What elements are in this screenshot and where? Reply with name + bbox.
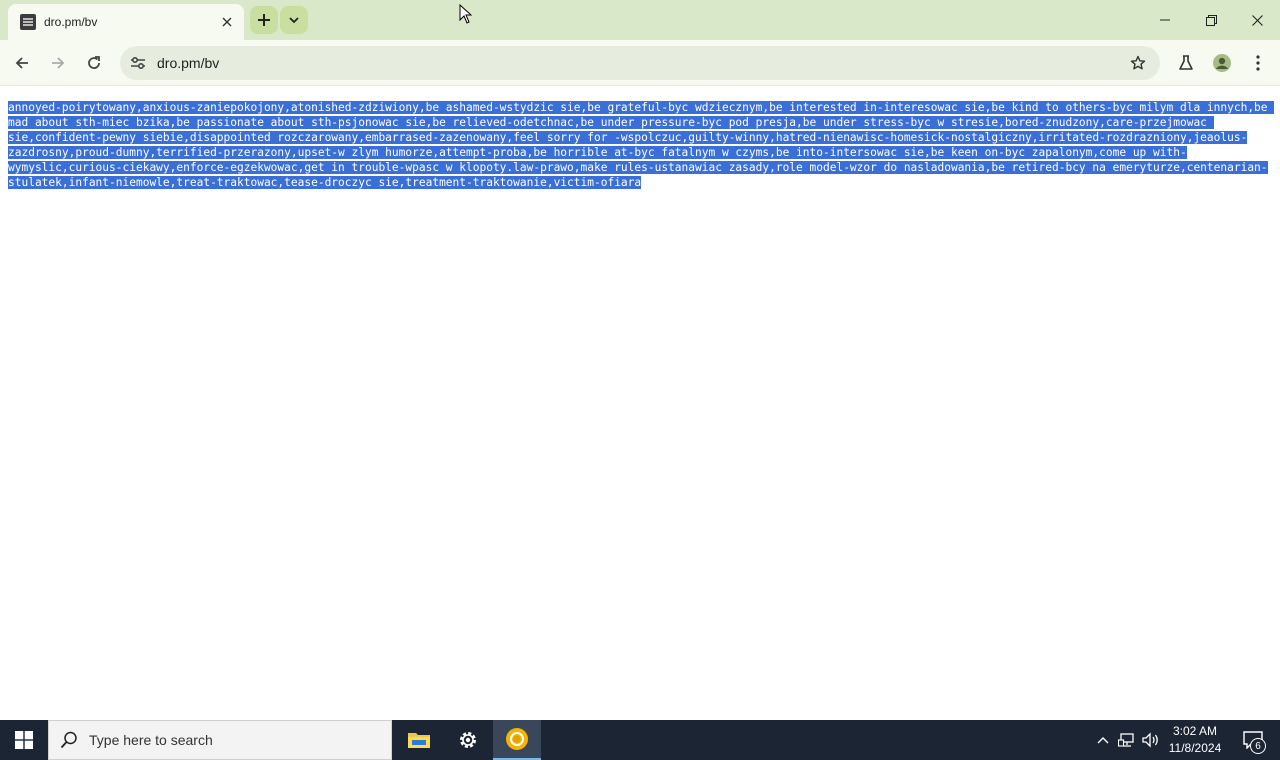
back-button[interactable] <box>6 47 38 79</box>
chrome-taskbar-button[interactable] <box>493 720 541 760</box>
show-hidden-icons-button[interactable] <box>1092 720 1114 760</box>
search-icon <box>49 731 89 749</box>
network-button[interactable] <box>1116 720 1138 760</box>
forward-arrow-icon <box>52 57 65 69</box>
bookmark-button[interactable] <box>1126 51 1150 75</box>
labs-button[interactable] <box>1170 47 1202 79</box>
file-explorer-button[interactable] <box>395 720 443 760</box>
taskbar-search-box[interactable]: Type here to search <box>48 720 392 760</box>
file-explorer-icon <box>408 733 430 748</box>
labs-flask-icon <box>1179 55 1193 70</box>
windows-logo-icon <box>15 731 33 749</box>
site-info-button[interactable] <box>122 49 154 77</box>
profile-icon <box>1213 54 1231 72</box>
tab-close-button[interactable] <box>218 13 236 31</box>
minimize-button[interactable] <box>1142 0 1188 40</box>
browser-toolbar: dro.pm/bv <box>0 40 1280 86</box>
page-content: annoyed-poirytowany,anxious-zaniepokojon… <box>0 86 1280 720</box>
windows-taskbar: Type here to search 3:02 AM 11/8/2024 6 <box>0 720 1280 760</box>
selected-text[interactable]: annoyed-poirytowany,anxious-zaniepokojon… <box>8 101 1275 189</box>
forward-button[interactable] <box>42 47 74 79</box>
chevron-down-icon <box>289 17 299 24</box>
close-icon <box>222 17 232 27</box>
restore-icon <box>1205 14 1217 26</box>
tab-title: dro.pm/bv <box>44 15 98 29</box>
volume-button[interactable] <box>1140 720 1162 760</box>
star-icon <box>1130 55 1146 70</box>
notification-count-badge: 6 <box>1250 738 1266 754</box>
tab-search-button[interactable] <box>280 6 308 34</box>
browser-tab[interactable]: dro.pm/bv <box>8 4 244 40</box>
more-menu-button[interactable] <box>1242 47 1274 79</box>
chevron-up-icon <box>1097 737 1109 744</box>
close-icon <box>1251 14 1263 26</box>
clock-date: 11/8/2024 <box>1168 741 1222 755</box>
window-close-button[interactable] <box>1234 0 1280 40</box>
url-text[interactable]: dro.pm/bv <box>157 55 219 71</box>
address-bar[interactable]: dro.pm/bv <box>120 46 1160 80</box>
chrome-icon <box>506 728 528 750</box>
back-arrow-icon <box>15 57 28 69</box>
more-vert-icon <box>1256 55 1260 71</box>
volume-icon <box>1142 732 1158 748</box>
reload-button[interactable] <box>78 47 110 79</box>
minimize-icon <box>1160 19 1170 21</box>
title-bar: dro.pm/bv <box>0 0 1280 40</box>
notification-center-button[interactable]: 6 <box>1236 720 1270 760</box>
site-info-icon <box>131 56 145 70</box>
favicon-icon <box>20 14 36 30</box>
profile-button[interactable] <box>1206 47 1238 79</box>
page-text-block: annoyed-poirytowany,anxious-zaniepokojon… <box>8 100 1275 190</box>
restore-button[interactable] <box>1188 0 1234 40</box>
search-placeholder: Type here to search <box>89 732 213 748</box>
reload-icon <box>88 56 100 69</box>
plus-icon <box>258 14 270 26</box>
mouse-pointer-icon <box>459 4 473 24</box>
start-button[interactable] <box>0 720 48 760</box>
network-icon <box>1118 733 1134 747</box>
settings-app-button[interactable] <box>444 720 492 760</box>
settings-icon <box>460 732 476 748</box>
taskbar-clock[interactable]: 3:02 AM 11/8/2024 <box>1164 723 1226 757</box>
clock-time: 3:02 AM <box>1172 724 1218 738</box>
new-tab-button[interactable] <box>250 6 278 34</box>
